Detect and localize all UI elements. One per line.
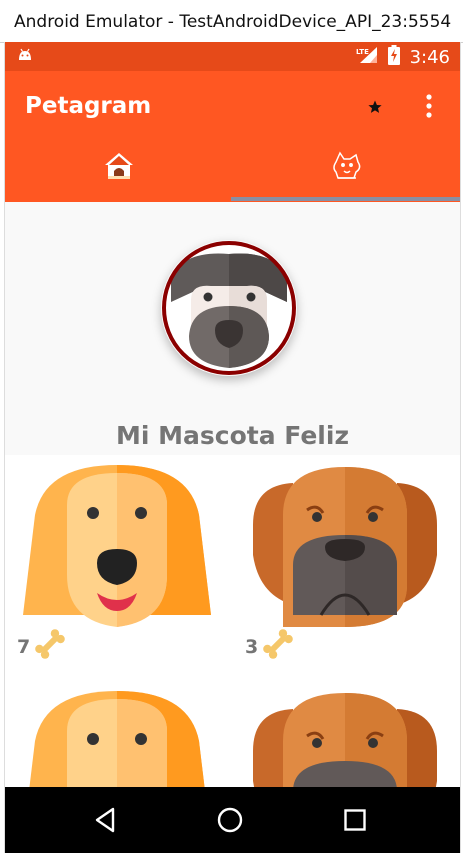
app-title: Petagram xyxy=(25,93,152,119)
doghouse-icon xyxy=(103,151,135,186)
profile-avatar[interactable] xyxy=(161,240,297,376)
tab-indicator xyxy=(231,197,460,201)
window-title: Android Emulator - TestAndroidDevice_API… xyxy=(14,12,452,32)
likes-count: 3 xyxy=(245,635,259,658)
pet-name: Mi Mascota Feliz xyxy=(115,421,349,450)
status-time: 3:46 xyxy=(409,47,450,68)
likes-counter: 3 xyxy=(245,626,296,667)
app-bar: Petagram xyxy=(5,71,460,138)
tab-profile[interactable] xyxy=(233,138,460,198)
emulator-title-bar: Android Emulator - TestAndroidDevice_API… xyxy=(0,0,463,43)
overflow-menu-icon[interactable] xyxy=(419,92,439,120)
phone-screen: LTE 3:46 Petagram Mi Mascota Feliz 7 3 xyxy=(4,42,461,853)
bone-icon[interactable] xyxy=(260,626,296,667)
pet-card[interactable]: 3 xyxy=(233,455,457,659)
star-icon[interactable] xyxy=(363,95,387,119)
brown-dog-icon xyxy=(233,455,457,633)
golden-dog-icon xyxy=(5,455,229,633)
bone-icon[interactable] xyxy=(32,626,68,667)
battery-charging-icon xyxy=(387,45,400,70)
back-icon[interactable] xyxy=(85,802,125,838)
recents-icon[interactable] xyxy=(335,802,375,838)
pet-grid: 7 3 xyxy=(5,455,460,853)
profile-header: Mi Mascota Feliz xyxy=(5,202,460,457)
svg-text:LTE: LTE xyxy=(356,48,369,56)
pet-card[interactable]: 7 xyxy=(5,455,229,659)
dog-profile-icon xyxy=(330,150,364,187)
navigation-bar xyxy=(5,787,460,853)
status-bar: LTE 3:46 xyxy=(5,42,460,71)
tab-home[interactable] xyxy=(5,138,232,198)
lte-signal-icon: LTE xyxy=(356,46,378,69)
likes-counter: 7 xyxy=(17,626,68,667)
likes-count: 7 xyxy=(17,635,31,658)
home-icon[interactable] xyxy=(210,802,250,838)
tab-bar xyxy=(5,138,460,202)
android-debug-icon xyxy=(17,48,33,67)
